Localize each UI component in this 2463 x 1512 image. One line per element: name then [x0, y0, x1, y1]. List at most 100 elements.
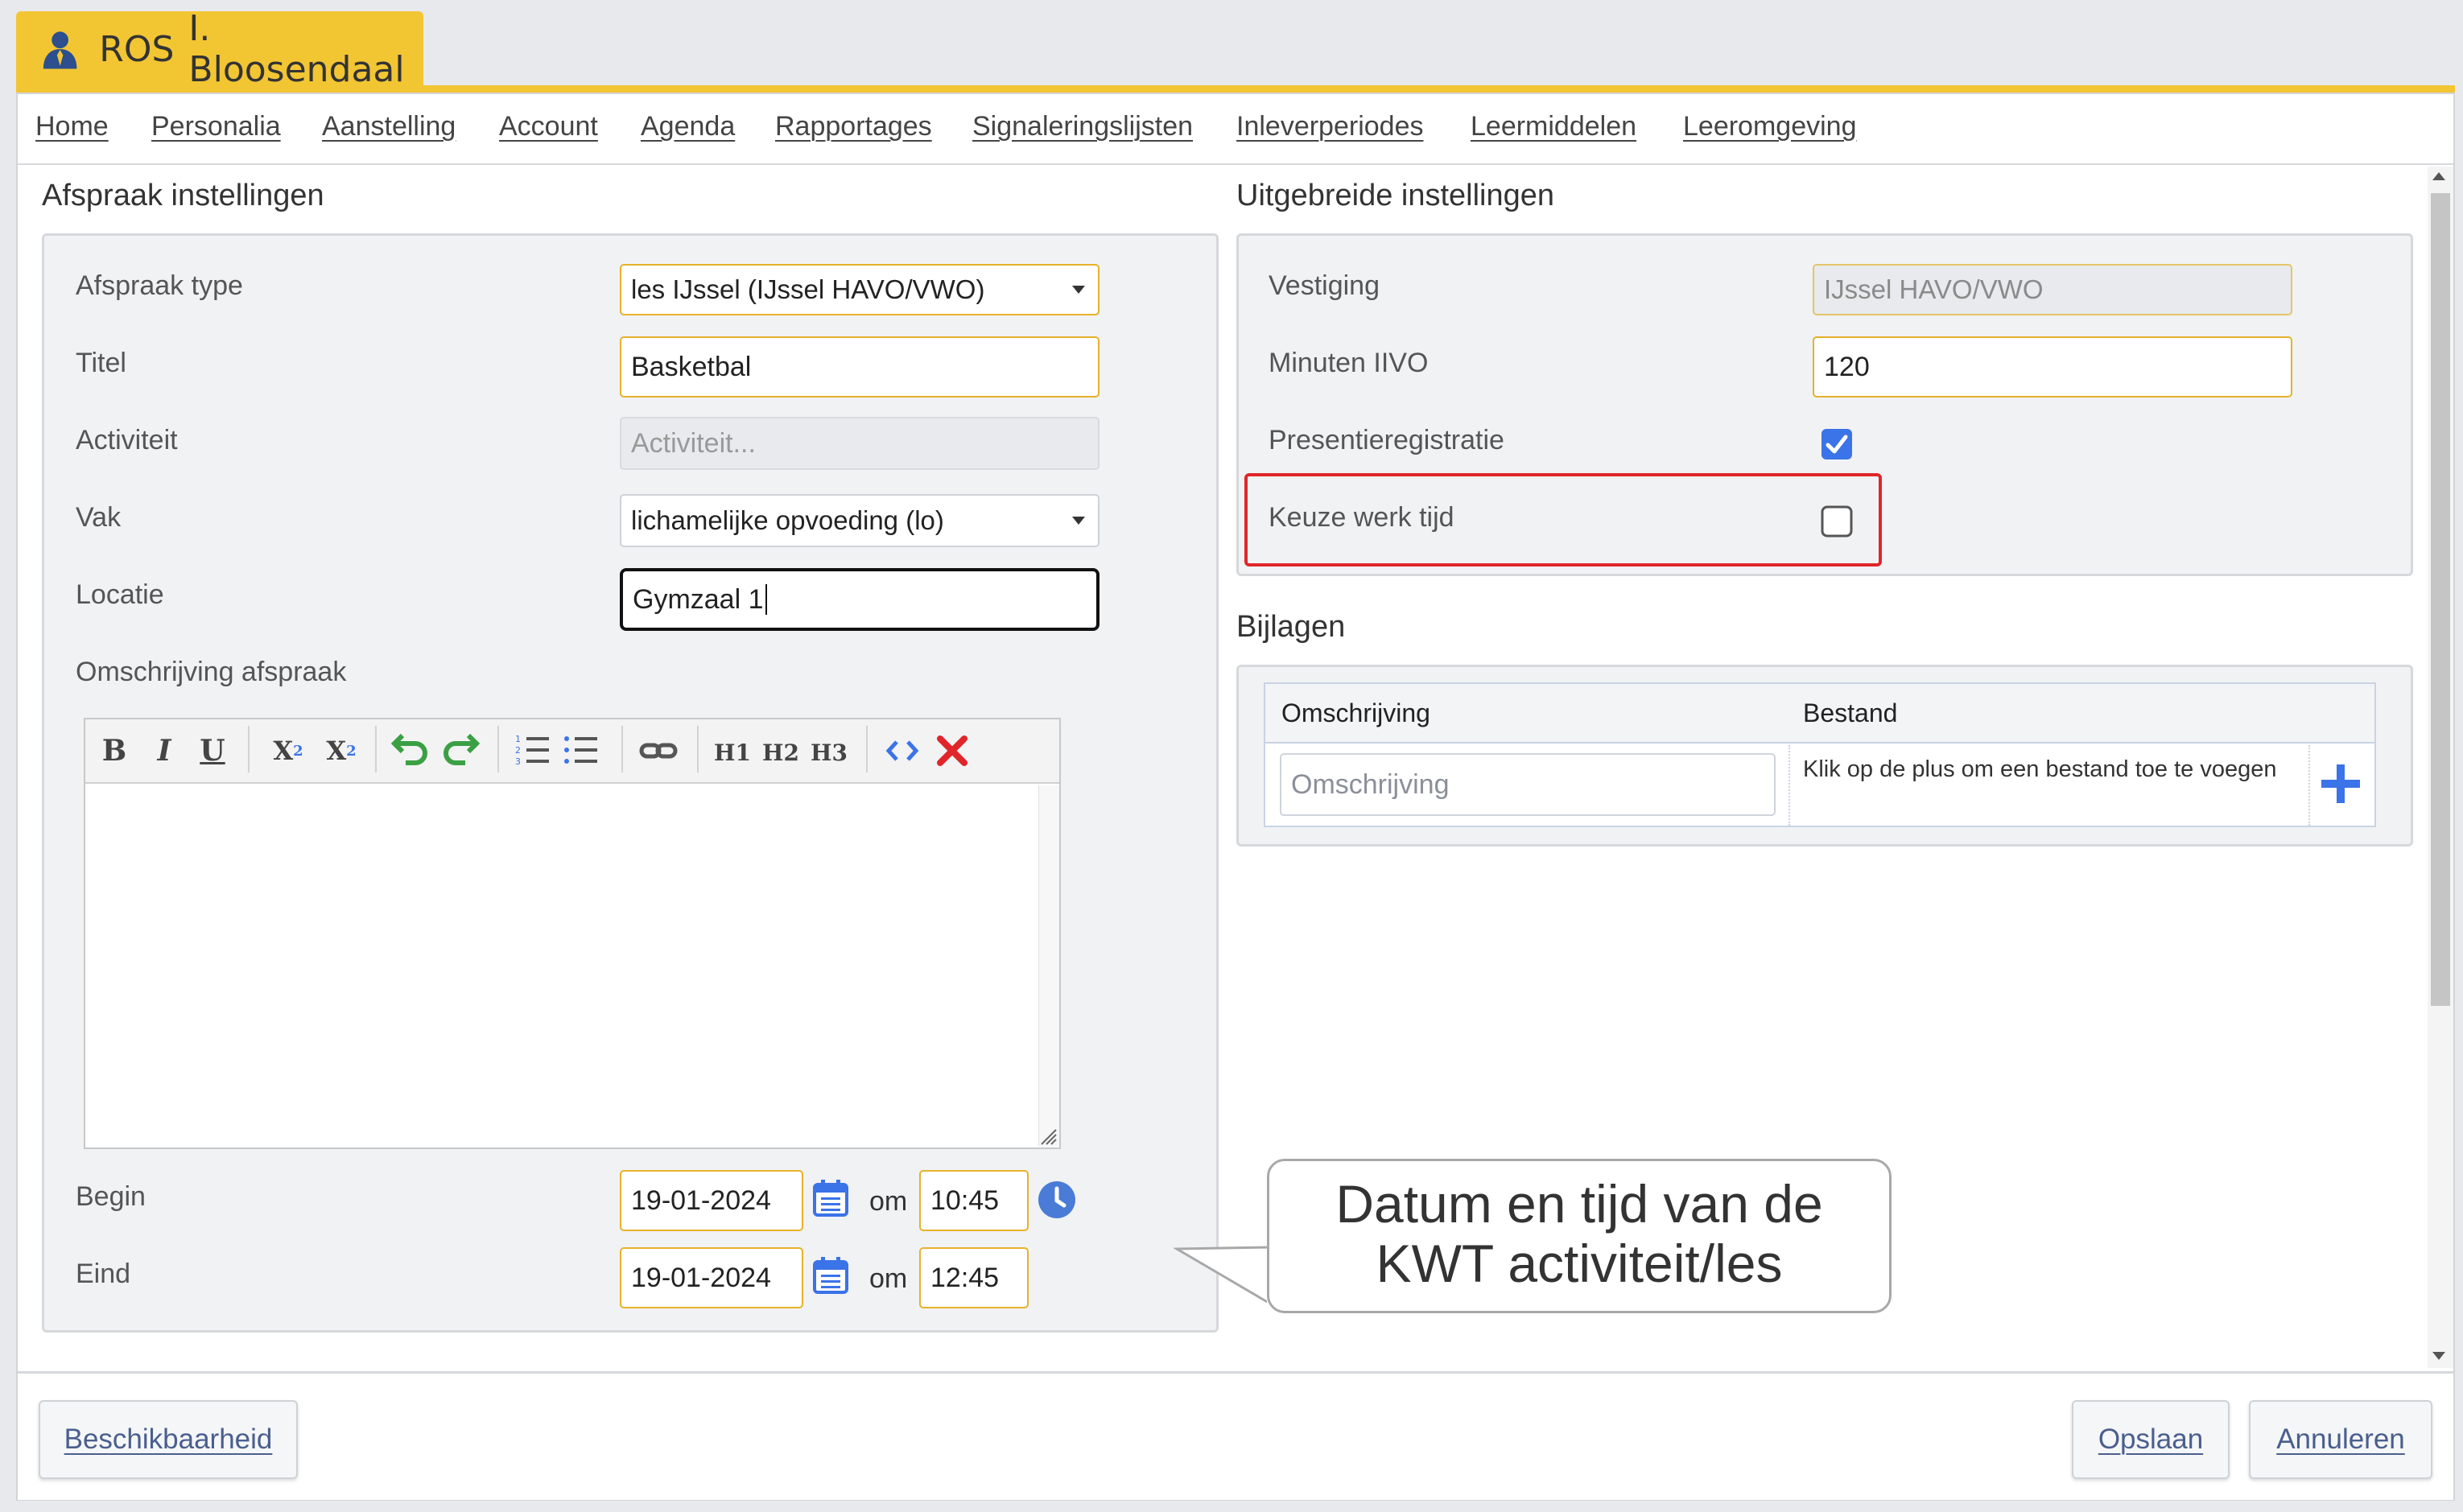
- column-divider: [2308, 745, 2310, 826]
- begin-date-value: 19-01-2024: [631, 1184, 771, 1216]
- svg-text:2: 2: [515, 745, 521, 756]
- menu-home[interactable]: Home: [35, 111, 109, 142]
- eind-date-input[interactable]: 19-01-2024: [620, 1247, 803, 1308]
- editor-body[interactable]: [85, 785, 1038, 1146]
- subscript-icon[interactable]: X2: [266, 731, 311, 771]
- vak-select[interactable]: lichamelijke opvoeding (lo): [620, 494, 1099, 547]
- begin-om-label: om: [869, 1186, 908, 1217]
- toolbar-separator: [697, 726, 699, 772]
- add-file-icon[interactable]: [2320, 763, 2362, 805]
- scrollbar-thumb[interactable]: [2431, 193, 2450, 1006]
- locatie-value: Gymzaal 1: [633, 583, 764, 615]
- vak-label: Vak: [76, 502, 122, 533]
- vestiging-value: IJssel HAVO/VWO: [1824, 274, 2044, 304]
- activiteit-label: Activiteit: [76, 425, 178, 455]
- activiteit-input[interactable]: Activiteit...: [620, 417, 1099, 470]
- link-icon[interactable]: [639, 739, 678, 763]
- presentie-label: Presentieregistratie: [1269, 425, 1504, 455]
- eind-label: Eind: [76, 1259, 131, 1289]
- menu-agenda[interactable]: Agenda: [641, 111, 735, 142]
- svg-text:3: 3: [515, 756, 521, 767]
- omschrijving-label: Omschrijving afspraak: [76, 657, 347, 687]
- afspraak-type-select[interactable]: les IJssel (IJssel HAVO/VWO): [620, 264, 1099, 315]
- column-divider: [1788, 745, 1790, 826]
- eind-om-label: om: [869, 1263, 908, 1294]
- bijlage-hint: Klik op de plus om een bestand toe te vo…: [1803, 756, 2277, 782]
- minuten-input[interactable]: 120: [1813, 336, 2292, 398]
- scroll-up-icon[interactable]: [2432, 172, 2445, 180]
- calendar-icon[interactable]: [811, 1255, 850, 1296]
- menu-aanstelling[interactable]: Aanstelling: [322, 111, 456, 142]
- clock-icon[interactable]: [1037, 1180, 1077, 1220]
- vak-value: lichamelijke opvoeding (lo): [631, 505, 944, 535]
- menu-inleverperiodes[interactable]: Inleverperiodes: [1236, 111, 1423, 142]
- section-title-uitgebreid: Uitgebreide instellingen: [1236, 179, 1555, 212]
- section-title-afspraak: Afspraak instellingen: [42, 179, 324, 212]
- minuten-label: Minuten IIVO: [1269, 348, 1429, 378]
- svg-text:1: 1: [515, 734, 521, 744]
- bijlage-omschrijving-input[interactable]: Omschrijving: [1280, 753, 1776, 816]
- menu-leeromgeving[interactable]: Leeromgeving: [1683, 111, 1856, 142]
- heading3-icon[interactable]: H3: [808, 732, 850, 772]
- toolbar-separator: [497, 726, 499, 772]
- beschikbaarheid-button[interactable]: Beschikbaarheid: [39, 1400, 298, 1479]
- vestiging-input: IJssel HAVO/VWO: [1813, 264, 2292, 315]
- tab-underline: [16, 85, 2455, 93]
- menu-rapportages[interactable]: Rapportages: [775, 111, 932, 142]
- locatie-input[interactable]: Gymzaal 1: [620, 568, 1099, 631]
- section-title-bijlagen: Bijlagen: [1236, 610, 1346, 644]
- begin-time-input[interactable]: 10:45: [919, 1170, 1029, 1231]
- begin-date-input[interactable]: 19-01-2024: [620, 1170, 803, 1231]
- user-tab[interactable]: ROS I. Bloosendaal: [16, 8, 423, 90]
- bijlage-omschrijving-placeholder: Omschrijving: [1291, 768, 1450, 800]
- heading2-icon[interactable]: H2: [760, 732, 802, 772]
- editor-scrollbar[interactable]: [1038, 785, 1059, 1146]
- toolbar-separator: [621, 726, 623, 772]
- eind-time-value: 12:45: [930, 1262, 1000, 1293]
- bold-icon[interactable]: B: [98, 731, 130, 771]
- vestiging-label: Vestiging: [1269, 270, 1380, 301]
- locatie-label: Locatie: [76, 579, 164, 610]
- text-cursor: [765, 584, 767, 615]
- begin-label: Begin: [76, 1181, 146, 1212]
- afspraak-type-value: les IJssel (IJssel HAVO/VWO): [631, 274, 985, 304]
- heading1-icon[interactable]: H1: [712, 732, 753, 772]
- presentie-checkbox[interactable]: [1821, 428, 1853, 460]
- calendar-icon[interactable]: [811, 1178, 850, 1218]
- bullet-list-icon[interactable]: [563, 732, 599, 768]
- menu-personalia[interactable]: Personalia: [151, 111, 281, 142]
- minuten-value: 120: [1824, 351, 1870, 382]
- eind-date-value: 19-01-2024: [631, 1262, 771, 1293]
- source-code-icon[interactable]: [885, 737, 919, 764]
- tab-code: ROS: [99, 28, 175, 70]
- ordered-list-icon[interactable]: 123: [515, 732, 551, 768]
- titel-label: Titel: [76, 348, 126, 378]
- begin-time-value: 10:45: [930, 1184, 1000, 1216]
- clear-format-icon[interactable]: [935, 734, 969, 768]
- redo-icon[interactable]: [441, 731, 480, 766]
- cancel-button[interactable]: Annuleren: [2249, 1400, 2432, 1479]
- save-button[interactable]: Opslaan: [2072, 1400, 2230, 1479]
- annotation-callout: Datum en tijd van de KWT activiteit/les: [1267, 1159, 1892, 1313]
- tab-name: I. Bloosendaal: [188, 8, 405, 90]
- menu-signaleringslijsten[interactable]: Signaleringslijsten: [972, 111, 1193, 142]
- afspraak-type-label: Afspraak type: [76, 270, 243, 301]
- italic-icon[interactable]: I: [148, 731, 180, 771]
- toolbar-separator: [375, 726, 377, 772]
- toolbar-separator: [248, 726, 250, 772]
- keuze-label: Keuze werk tijd: [1269, 502, 1454, 533]
- toolbar-separator: [866, 726, 868, 772]
- eind-time-input[interactable]: 12:45: [919, 1247, 1029, 1308]
- keuze-checkbox[interactable]: [1821, 505, 1853, 538]
- bijlagen-col-omschrijving: Omschrijving: [1281, 698, 1430, 727]
- superscript-icon[interactable]: X2: [319, 731, 364, 771]
- titel-input[interactable]: Basketbal: [620, 336, 1099, 398]
- callout-pointer: [1174, 1244, 1272, 1308]
- resize-handle-icon[interactable]: [1038, 1127, 1058, 1146]
- underline-icon[interactable]: U: [196, 731, 229, 771]
- undo-icon[interactable]: [391, 731, 430, 766]
- scroll-down-icon[interactable]: [2432, 1352, 2445, 1360]
- menu-leermiddelen[interactable]: Leermiddelen: [1471, 111, 1636, 142]
- activiteit-placeholder: Activiteit...: [631, 427, 756, 459]
- menu-account[interactable]: Account: [499, 111, 598, 142]
